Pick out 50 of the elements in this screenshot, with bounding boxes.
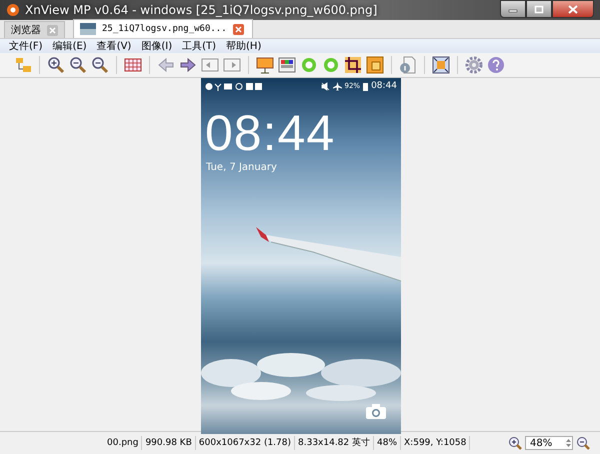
status-field: 48%	[374, 436, 402, 450]
folder-tree-icon[interactable]	[14, 56, 32, 74]
spinner-arrows-icon[interactable]	[565, 437, 572, 449]
status-field: 8.33x14.82 英寸	[295, 436, 374, 450]
next-page-icon[interactable]	[223, 56, 241, 74]
status-field: X:599, Y:1058	[401, 436, 470, 450]
right-arrow-icon[interactable]	[179, 56, 197, 74]
zoom-out-icon[interactable]	[91, 56, 109, 74]
window-title: XnView MP v0.64 - windows [25_1iQ7logsv.png_w600.png]	[25, 3, 378, 17]
menu-item[interactable]: 文件(F)	[4, 39, 48, 53]
zoom-in-icon[interactable]	[47, 56, 65, 74]
camera-icon[interactable]	[365, 403, 387, 420]
menu-item[interactable]: 图像(I)	[136, 39, 178, 53]
zoom-in-icon[interactable]	[508, 436, 522, 450]
resize-icon[interactable]	[366, 56, 384, 74]
status-time: 08:44	[371, 81, 397, 91]
menu-item[interactable]: 编辑(E)	[48, 39, 92, 53]
previous-page-icon[interactable]	[201, 56, 219, 74]
help-icon[interactable]	[487, 56, 505, 74]
file-info-icon[interactable]	[399, 56, 417, 74]
close-button[interactable]	[552, 0, 594, 18]
zoom-out-icon[interactable]	[576, 436, 590, 450]
grid-icon[interactable]	[124, 56, 142, 74]
battery-icon	[363, 82, 368, 90]
app-logo-icon	[6, 3, 20, 17]
minimize-button[interactable]	[500, 0, 526, 18]
zoom-field[interactable]: 48%	[525, 436, 573, 450]
notification-icons	[205, 82, 263, 90]
status-field: 600x1067x32 (1.78)	[196, 436, 295, 450]
maximize-icon	[534, 4, 544, 14]
mute-icon	[320, 82, 330, 90]
menu-item[interactable]: 帮助(H)	[221, 39, 266, 53]
settings-icon[interactable]	[465, 56, 483, 74]
menu-item[interactable]: 查看(V)	[92, 39, 136, 53]
status-field: 00.png	[104, 436, 142, 450]
fullscreen-icon[interactable]	[432, 56, 450, 74]
image-thumbnail-icon	[80, 23, 96, 35]
color-bars-icon[interactable]	[278, 56, 296, 74]
close-tab-icon[interactable]	[232, 24, 244, 34]
close-icon	[568, 4, 578, 14]
lockscreen-date: Tue, 7 January	[206, 162, 278, 173]
tab[interactable]: 浏览器	[4, 21, 65, 38]
slideshow-icon[interactable]	[256, 56, 274, 74]
tab[interactable]: 25_1iQ7logsv.png_w60...	[73, 19, 253, 38]
status-field: 990.98 KB	[142, 436, 196, 450]
crop-icon[interactable]	[344, 56, 362, 74]
lockscreen-clock: 08:44	[205, 108, 336, 158]
menu-item[interactable]: 工具(T)	[177, 39, 222, 53]
airplane-icon	[332, 82, 342, 90]
maximize-button[interactable]	[526, 0, 552, 18]
